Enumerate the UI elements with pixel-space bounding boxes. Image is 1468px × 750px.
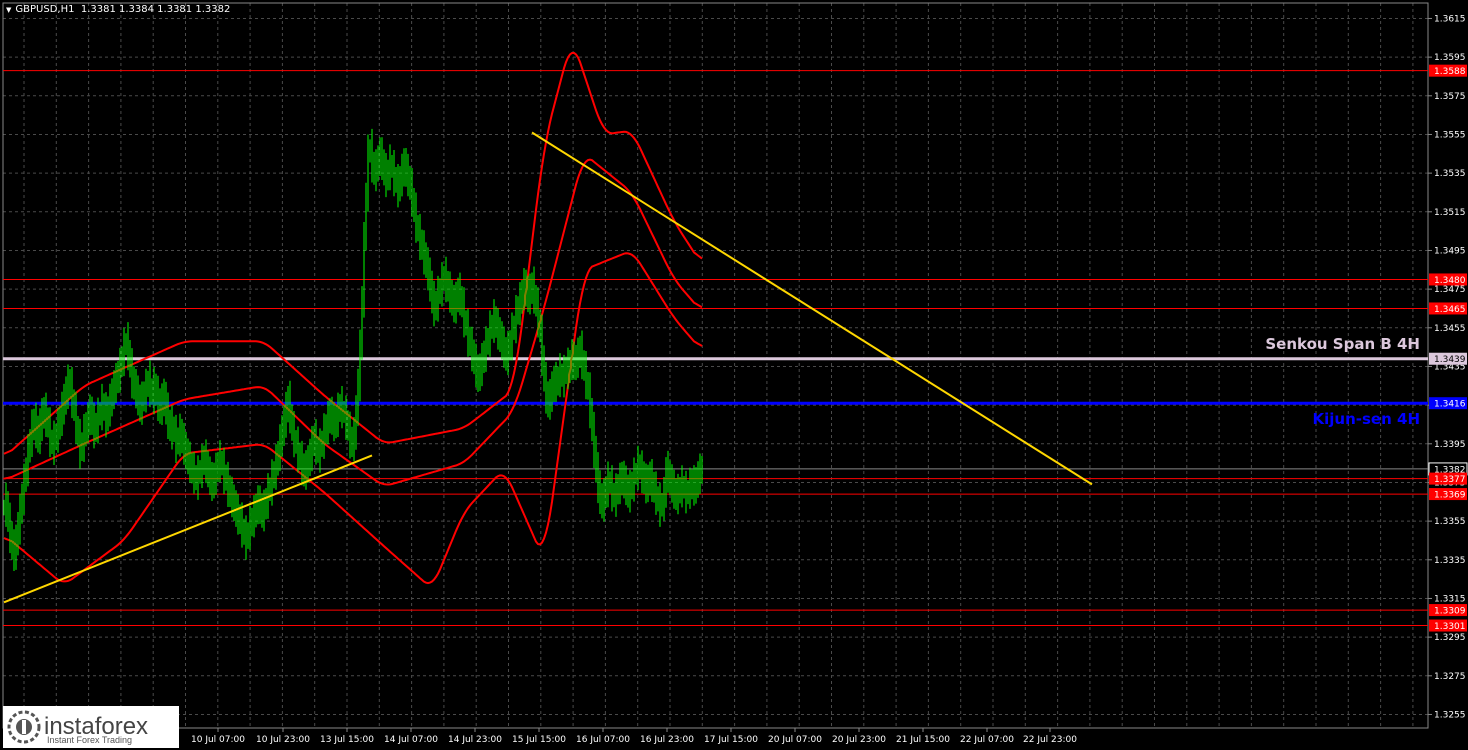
kijun-sen-label: Kijun-sen 4H (1312, 410, 1420, 428)
menu-triangle-icon[interactable]: ▼ (6, 6, 11, 14)
y-tick-label: 1.3515 (1434, 208, 1466, 218)
y-tick-label: 1.3255 (1434, 710, 1466, 720)
y-tick-label: 1.3455 (1434, 324, 1466, 334)
x-tick-label: 16 Jul 23:00 (640, 735, 694, 745)
level-price-label: 1.3377 (1434, 475, 1466, 485)
x-tick-label: 20 Jul 07:00 (768, 735, 822, 745)
x-tick-label: 15 Jul 15:00 (512, 735, 566, 745)
x-tick-label: 10 Jul 07:00 (191, 735, 245, 745)
y-tick-label: 1.3615 (1434, 14, 1466, 24)
y-tick-label: 1.3335 (1434, 556, 1466, 566)
x-tick-label: 13 Jul 15:00 (320, 735, 374, 745)
y-tick-label: 1.3575 (1434, 92, 1466, 102)
x-tick-label: 22 Jul 23:00 (1023, 735, 1077, 745)
x-tick-label: 14 Jul 07:00 (384, 735, 438, 745)
x-tick-label: 21 Jul 15:00 (896, 735, 950, 745)
level-price-label: 1.3439 (1434, 355, 1466, 365)
level-price-label: 1.3309 (1434, 607, 1466, 617)
level-price-label: 1.3301 (1434, 622, 1466, 632)
x-tick-label: 20 Jul 23:00 (832, 735, 886, 745)
y-tick-label: 1.3595 (1434, 53, 1466, 63)
y-tick-label: 1.3295 (1434, 633, 1466, 643)
level-price-label: 1.3465 (1434, 305, 1466, 315)
price-chart[interactable]: 1.3615 1.3595 1.3575 1.3555 1.3535 1.3515 1.34… (0, 0, 1468, 750)
y-tick-label: 1.3315 (1434, 594, 1466, 604)
senkou-span-b-label: Senkou Span B 4H (1265, 335, 1420, 353)
level-price-label: 1.3480 (1434, 276, 1466, 286)
level-price-label: 1.3588 (1434, 67, 1466, 77)
y-tick-label: 1.3495 (1434, 246, 1466, 256)
y-tick-label: 1.3475 (1434, 285, 1466, 295)
y-tick-label: 1.3275 (1434, 672, 1466, 682)
x-tick-label: 14 Jul 23:00 (448, 735, 502, 745)
x-tick-label: 22 Jul 07:00 (960, 735, 1014, 745)
level-price-label: 1.3416 (1434, 400, 1466, 410)
x-tick-label: 16 Jul 07:00 (576, 735, 630, 745)
level-price-label: 1.3369 (1434, 491, 1466, 501)
y-tick-label: 1.3395 (1434, 440, 1466, 450)
y-tick-label: 1.3555 (1434, 130, 1466, 140)
instaforex-logo-icon (7, 710, 41, 744)
y-tick-label: 1.3355 (1434, 517, 1466, 527)
x-tick-label: 17 Jul 15:00 (704, 735, 758, 745)
logo-tagline: Instant Forex Trading (47, 735, 133, 745)
y-tick-label: 1.3535 (1434, 169, 1466, 179)
instaforex-logo: instaforex Instant Forex Trading (3, 706, 179, 748)
x-tick-label: 10 Jul 23:00 (256, 735, 310, 745)
symbol-label: GBPUSD,H1 (15, 4, 75, 15)
ohlc-values: 1.3381 1.3384 1.3381 1.3382 (80, 4, 231, 15)
chart-title: ▼ GBPUSD,H1 1.3381 1.3384 1.3381 1.3382 (6, 4, 230, 15)
